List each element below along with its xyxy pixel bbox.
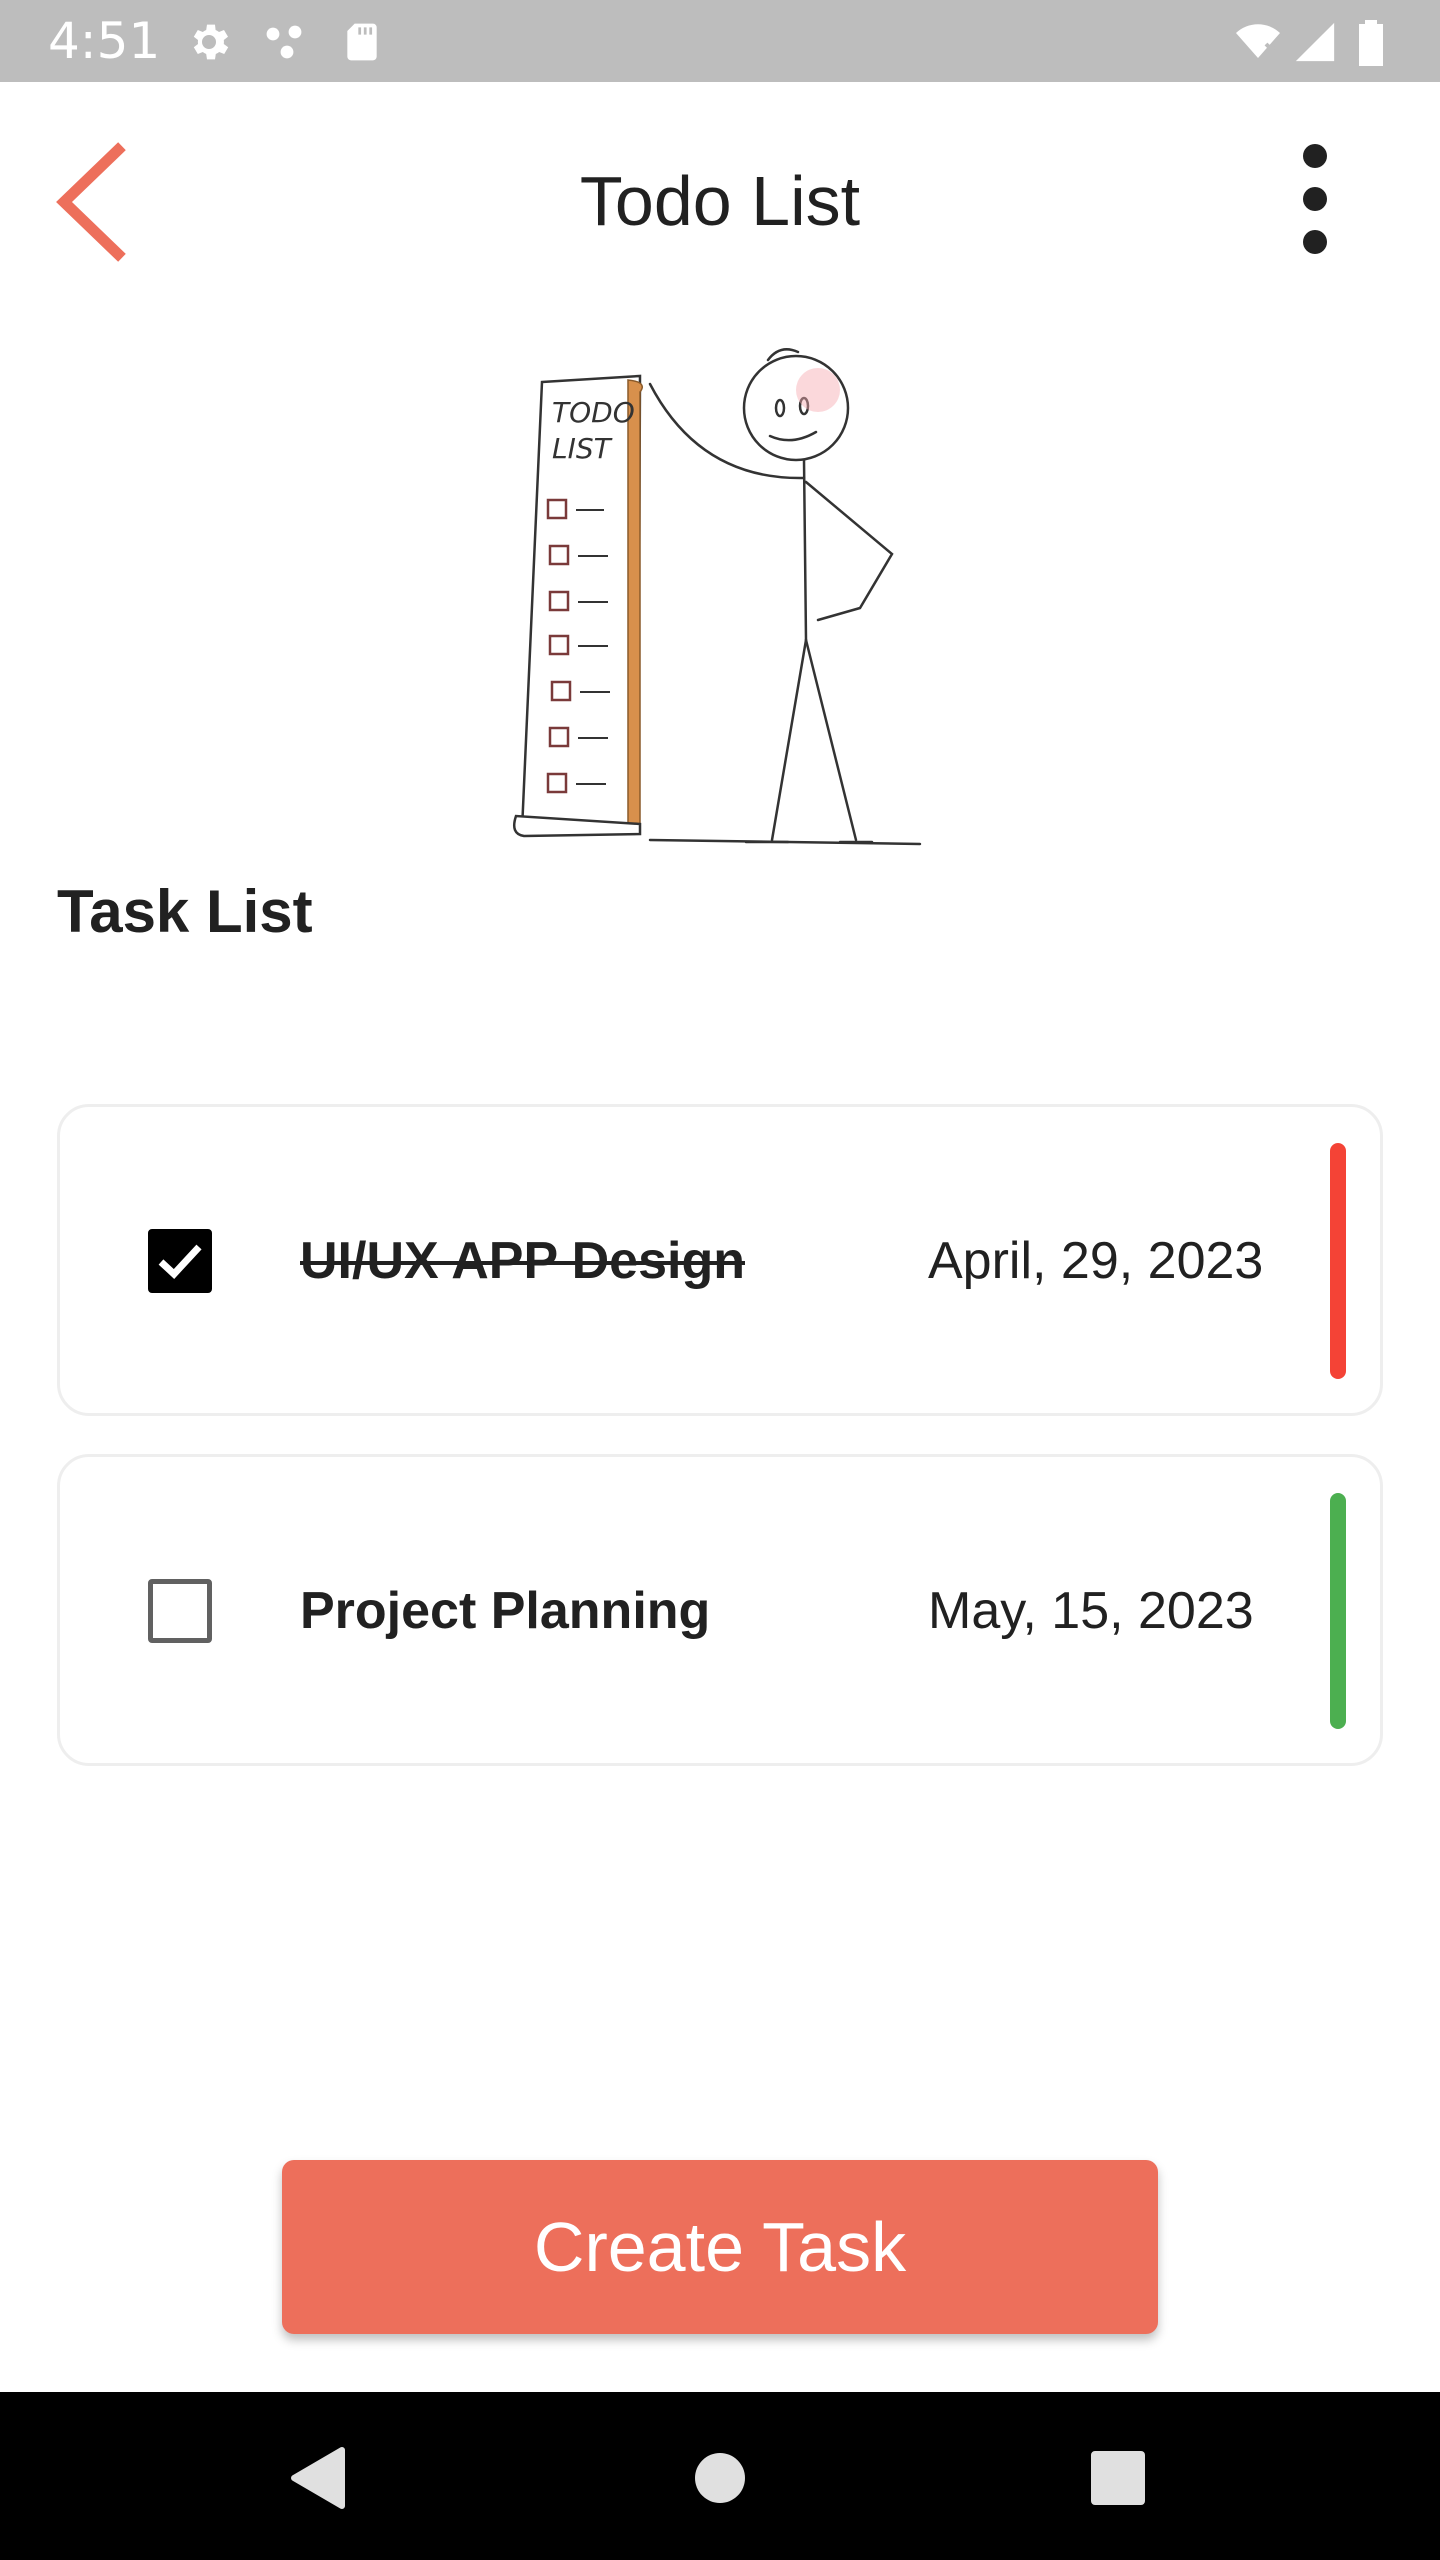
nodes-icon: [266, 25, 302, 59]
stick-figure-todo-list-illustration: TODO LIST: [513, 348, 922, 846]
scroll-heading-2: LIST: [552, 432, 613, 465]
back-triangle-icon[interactable]: [268, 2428, 368, 2528]
battery-icon: [1359, 20, 1383, 66]
task-checkbox-checked[interactable]: [148, 1229, 212, 1293]
sd-card-icon: [347, 23, 377, 61]
checkmark-icon: [158, 1244, 202, 1279]
task-title: UI/UX APP Design: [300, 1232, 745, 1290]
app-bar: Todo List: [0, 82, 1440, 312]
priority-indicator-red: [1330, 1143, 1346, 1379]
status-time: 4:51: [48, 12, 161, 70]
settings-icon: [193, 24, 229, 60]
create-task-button[interactable]: Create Task: [282, 2160, 1158, 2334]
home-circle-icon[interactable]: [670, 2428, 770, 2528]
todo-screen: 4:51 Todo List TODO LIST Task List UI/UX…: [0, 0, 1440, 2560]
task-date: May, 15, 2023: [928, 1582, 1254, 1640]
status-bar: 4:51: [0, 0, 1440, 82]
priority-indicator-green: [1330, 1493, 1346, 1729]
page-title: Todo List: [579, 162, 861, 240]
wifi-icon: [1236, 24, 1280, 58]
scroll-heading: TODO: [552, 396, 635, 429]
task-checkbox-unchecked[interactable]: [148, 1579, 212, 1643]
more-options-button[interactable]: [1270, 134, 1360, 264]
more-vert-icon: [1303, 144, 1327, 254]
recents-square-icon[interactable]: [1068, 2428, 1168, 2528]
signal-icon: [1295, 22, 1335, 62]
task-card[interactable]: Project Planning May, 15, 2023: [57, 1454, 1383, 1766]
system-nav-bar: [0, 2392, 1440, 2560]
task-title: Project Planning: [300, 1582, 711, 1640]
task-card[interactable]: UI/UX APP Design April, 29, 2023: [57, 1104, 1383, 1416]
task-date: April, 29, 2023: [928, 1232, 1264, 1290]
section-title: Task List: [57, 878, 313, 945]
